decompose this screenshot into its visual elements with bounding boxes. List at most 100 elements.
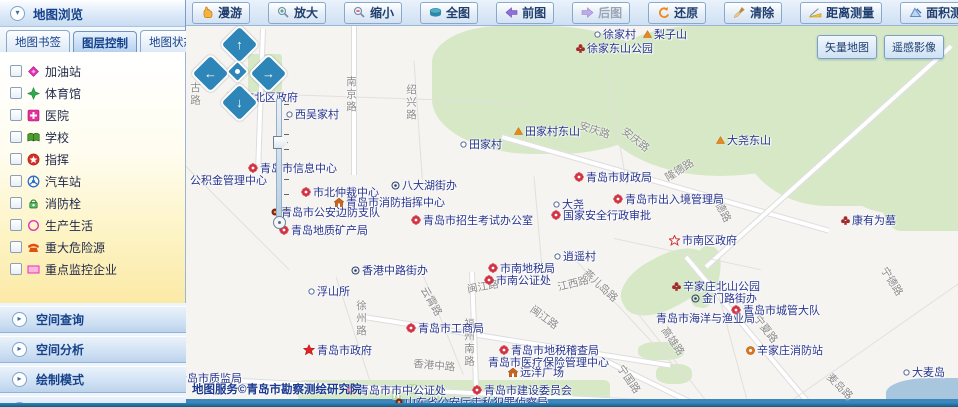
map-label-text: 青岛市海洋与渔业局 [656, 310, 755, 326]
zoom-tick [284, 119, 289, 120]
layer-checkbox[interactable] [10, 175, 22, 187]
chevron-right-circle-icon: ▸ [12, 372, 27, 387]
distance-measure-icon [808, 6, 822, 19]
rosette-marker-icon [613, 194, 623, 204]
section-header-绘制模式[interactable]: ▸ 绘制模式 [0, 366, 186, 393]
toolbar-button-还原[interactable]: 还原 [648, 2, 706, 24]
map-label-text: 青岛市财政局 [586, 169, 652, 185]
rosette-marker-icon [301, 187, 311, 197]
map-label-text: 徐家东山公园 [587, 40, 653, 56]
tab-图层控制[interactable]: 图层控制 [73, 31, 137, 53]
section-header-空间分析[interactable]: ▸空间分析 [0, 336, 186, 363]
dot-orange-marker-icon [746, 346, 755, 355]
zoom-out-button[interactable] [273, 216, 286, 229]
legend-label: 汽车站 [45, 173, 81, 190]
pan-down-button[interactable]: ↓ [219, 82, 260, 123]
rosette-marker-icon [411, 215, 421, 225]
sidebar-header[interactable]: ▾ 地图浏览 [0, 0, 185, 27]
map-label: 康有为墓 [841, 212, 896, 228]
map-label-text: 香港中路街办 [362, 262, 428, 278]
legend-label: 加油站 [45, 63, 81, 80]
fire-hydrant-icon [27, 197, 40, 210]
toolbar-button-后图[interactable]: 后图 [572, 2, 630, 24]
pan-control: ↑ ← → ↓ [196, 30, 280, 114]
arrow-up-icon: ↑ [236, 38, 243, 51]
toolbar-button-放大[interactable]: 放大 [268, 2, 326, 24]
map-label: 香港中路街办 [351, 262, 428, 278]
section-label: 绘制模式 [36, 371, 84, 388]
layer-checkbox[interactable] [10, 153, 22, 165]
arrow-down-icon: ↓ [236, 96, 243, 109]
map-label: 公积金管理中心 [188, 172, 267, 188]
layer-checkbox[interactable] [10, 219, 22, 231]
house-marker-icon [508, 368, 518, 377]
gas-station-icon [27, 65, 40, 78]
club-marker-icon [672, 282, 681, 291]
pan-left-button[interactable]: ← [190, 53, 231, 94]
map-canvas[interactable]: HHH 古路南京路绍兴路安庆路安庆路隆德路宁德路宁德路闽江路江西路燕儿岛路闽江路… [186, 26, 958, 403]
map-label-text: 浮山所 [317, 283, 350, 299]
map-label: 青岛市工商局 [406, 320, 484, 336]
toolbar-button-面积测量[interactable]: 面积测量 [900, 2, 958, 24]
toolbar-button-label: 面积测量 [926, 4, 958, 21]
map-label: 山东省公安厅走私犯罪侦察局 [395, 394, 548, 403]
map-label: 田家村 [460, 136, 502, 152]
circle-dot-marker-icon [691, 294, 700, 303]
tab-地图书签[interactable]: 地图书签 [6, 30, 70, 52]
map-label-text: 青岛市工商局 [418, 320, 484, 336]
legend-row: 医院 [10, 104, 185, 126]
arrow-left-icon: ← [204, 67, 217, 80]
pan-right-button[interactable]: → [248, 53, 289, 94]
zoom-tick [284, 179, 289, 180]
tab-bar: 地图书签图层控制地图状态 [0, 27, 185, 53]
map-label: 青岛市海洋与渔业局 [654, 310, 755, 326]
section-header-空间查询[interactable]: ▸空间查询 [0, 306, 186, 333]
toolbar-button-清除[interactable]: 清除 [724, 2, 782, 24]
accordion-sections: ▸空间查询 ▸空间分析 ▸ 绘制模式 ▸空间查询 [0, 303, 186, 403]
basemap-button-遥感影像[interactable]: 遥感影像 [884, 35, 944, 59]
command-icon [27, 153, 40, 166]
layer-checkbox[interactable] [10, 109, 22, 121]
map-label-text: 国家安全行政审批 [563, 207, 651, 223]
zoom-tick [284, 149, 289, 150]
map-label: 逍遥村 [554, 248, 596, 264]
layer-checkbox[interactable] [10, 197, 22, 209]
legend-row: 汽车站 [10, 170, 185, 192]
map-label-text: 田家村 [469, 136, 502, 152]
pan-hand-icon [200, 6, 214, 19]
layer-checkbox[interactable] [10, 87, 22, 99]
circle-dot-marker-icon [391, 181, 400, 190]
toolbar-button-全图[interactable]: 全图 [420, 2, 478, 24]
legend-label: 医院 [45, 107, 69, 124]
toolbar-button-缩小[interactable]: 缩小 [344, 2, 402, 24]
layer-checkbox[interactable] [10, 241, 22, 253]
toolbar-button-前图[interactable]: 前图 [496, 2, 554, 24]
map-label-text: 市南区政府 [682, 232, 737, 248]
basemap-button-矢量地图[interactable]: 矢量地图 [817, 35, 877, 59]
legend-row: 加油站 [10, 60, 185, 82]
map-label: 青岛市招生考试办公室 [411, 212, 533, 228]
map-label: 田家村东山 [514, 123, 580, 139]
map-label-text: 青岛市招生考试办公室 [423, 212, 533, 228]
toolbar-button-漫游[interactable]: 漫游 [192, 2, 250, 24]
legend-row: 生产生活 [10, 214, 185, 236]
road-label: 云霄路 [417, 284, 446, 319]
sidebar-title: 地图浏览 [33, 4, 83, 23]
legend-row: 体育馆 [10, 82, 185, 104]
layer-checkbox[interactable] [10, 65, 22, 77]
chevron-down-icon[interactable]: ▾ [10, 6, 25, 21]
layer-checkbox[interactable] [10, 131, 22, 143]
park-area [841, 146, 958, 214]
rosette-marker-icon [574, 172, 584, 182]
section-header-空间查询[interactable]: ▸空间查询 [0, 396, 186, 403]
area-measure-icon [908, 6, 922, 19]
zoom-slider-track[interactable] [276, 98, 282, 222]
circle-small-marker-icon [308, 288, 315, 295]
pan-up-button[interactable]: ↑ [219, 26, 260, 65]
layer-checkbox[interactable] [10, 263, 22, 275]
prev-view-icon [504, 6, 518, 19]
zoom-slider-handle[interactable] [273, 136, 288, 149]
toolbar-button-距离测量[interactable]: 距离测量 [800, 2, 882, 24]
map-label: 市南公证处 [484, 272, 551, 288]
pan-center-button[interactable] [225, 59, 249, 83]
